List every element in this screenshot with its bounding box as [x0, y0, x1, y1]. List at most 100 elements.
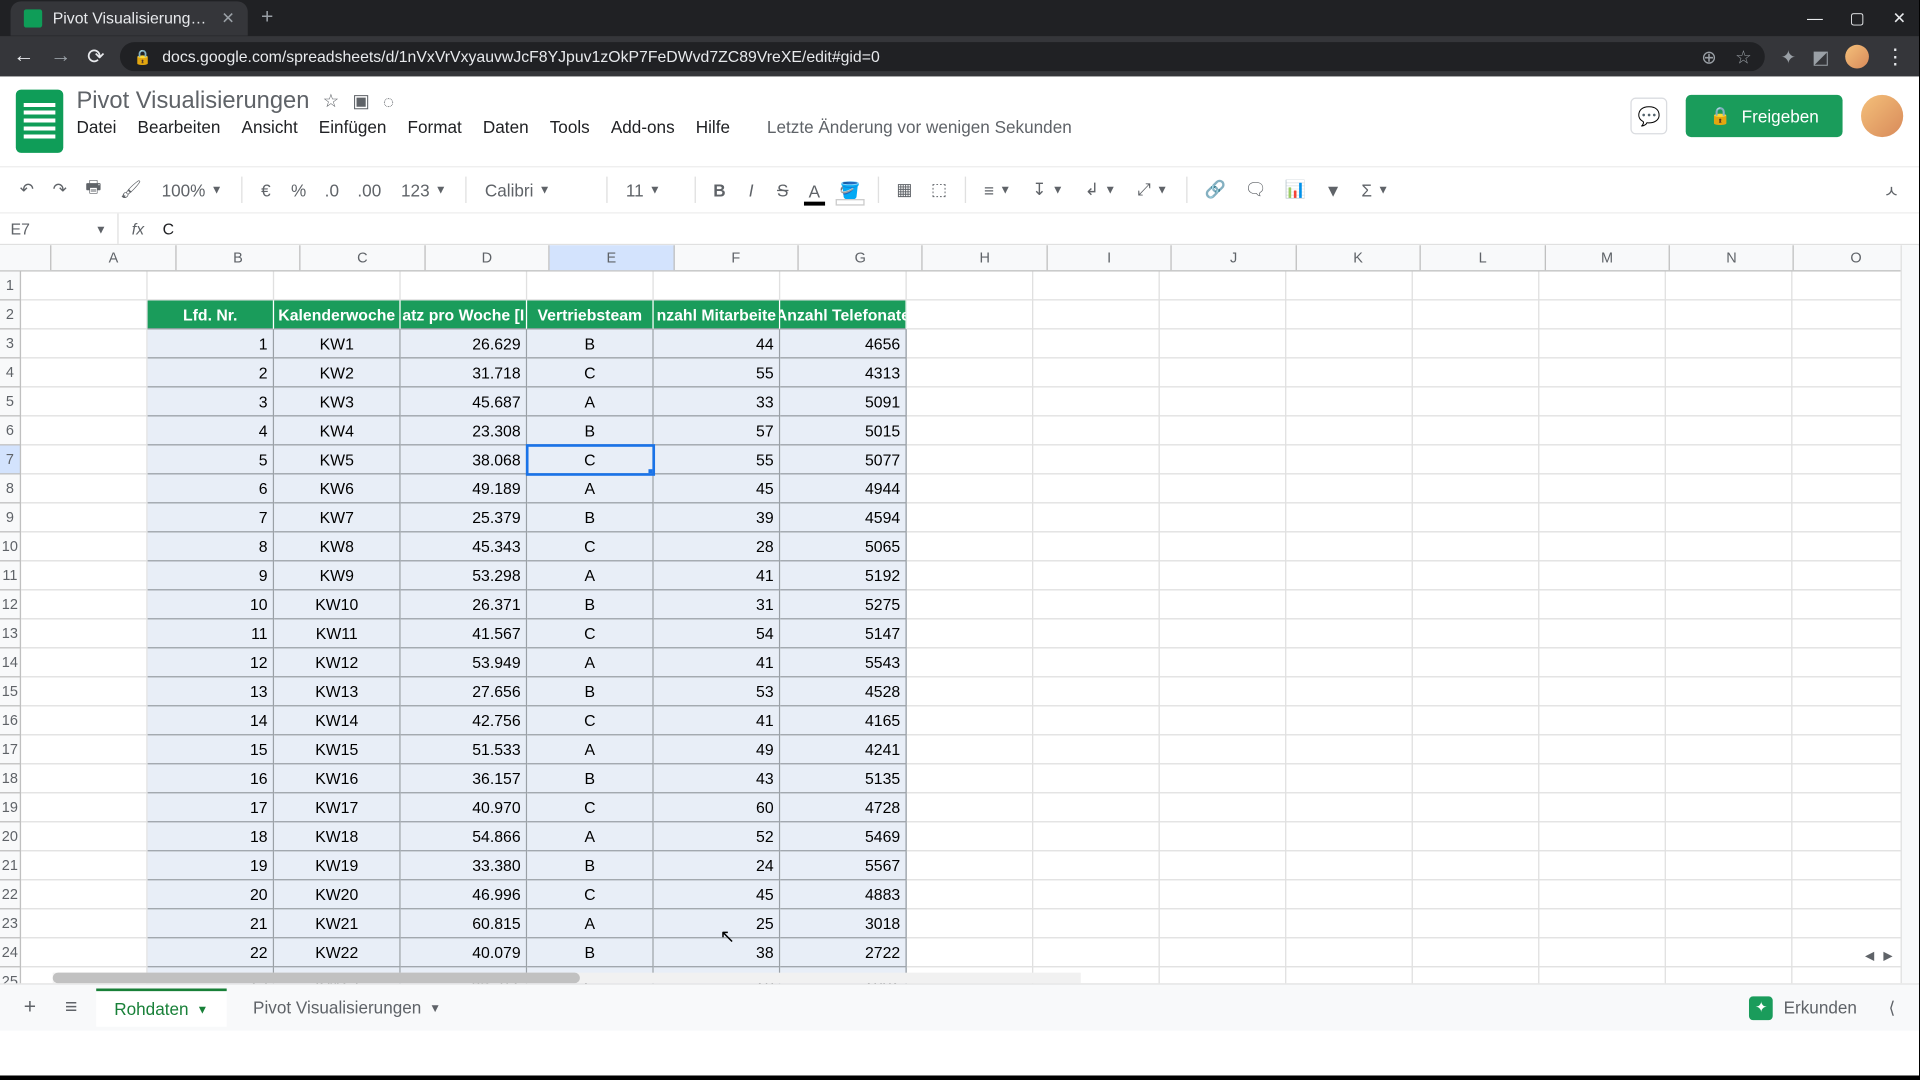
- cell[interactable]: KW5: [274, 445, 401, 474]
- cell[interactable]: [21, 706, 148, 735]
- cell[interactable]: [1286, 793, 1413, 822]
- cell[interactable]: [1286, 358, 1413, 387]
- cell[interactable]: Anzahl Telefonate: [780, 301, 907, 330]
- cell[interactable]: [1539, 706, 1666, 735]
- row-header[interactable]: 24: [0, 938, 21, 967]
- cell[interactable]: [1539, 764, 1666, 793]
- cell[interactable]: 5275: [780, 590, 907, 619]
- cell[interactable]: [1286, 416, 1413, 445]
- comment-button[interactable]: 🗨: [1238, 174, 1273, 206]
- menu-addons[interactable]: Add-ons: [611, 117, 675, 137]
- italic-button[interactable]: I: [738, 175, 764, 205]
- rotate-select[interactable]: ⤢▼: [1129, 179, 1176, 200]
- cell[interactable]: 53: [654, 677, 781, 706]
- cell[interactable]: [1033, 590, 1160, 619]
- cell[interactable]: [1666, 619, 1793, 648]
- cell[interactable]: [1666, 272, 1793, 301]
- cell[interactable]: 55: [654, 445, 781, 474]
- back-button[interactable]: ←: [13, 45, 34, 69]
- cell[interactable]: [1413, 330, 1540, 359]
- cell[interactable]: [1539, 272, 1666, 301]
- bold-button[interactable]: B: [706, 175, 732, 205]
- cell[interactable]: B: [527, 416, 654, 445]
- cell[interactable]: [907, 677, 1034, 706]
- cell[interactable]: [1413, 648, 1540, 677]
- cell[interactable]: [1286, 967, 1413, 983]
- cell[interactable]: [1666, 880, 1793, 909]
- cell[interactable]: [1539, 735, 1666, 764]
- cell[interactable]: [1413, 735, 1540, 764]
- row-header[interactable]: 15: [0, 677, 21, 706]
- cell[interactable]: 39: [654, 503, 781, 532]
- cell[interactable]: 5543: [780, 648, 907, 677]
- increase-decimal-button[interactable]: .00: [351, 175, 388, 205]
- cell[interactable]: 25.379: [401, 503, 528, 532]
- cell[interactable]: [1666, 793, 1793, 822]
- cell[interactable]: [1160, 909, 1287, 938]
- window-minimize-button[interactable]: —: [1806, 9, 1824, 27]
- cell[interactable]: [907, 330, 1034, 359]
- cell[interactable]: 53.949: [401, 648, 528, 677]
- chart-button[interactable]: 📊: [1278, 174, 1313, 206]
- cell[interactable]: KW16: [274, 764, 401, 793]
- cell[interactable]: C: [527, 358, 654, 387]
- cell[interactable]: [1539, 387, 1666, 416]
- cell[interactable]: [1666, 590, 1793, 619]
- cell[interactable]: [780, 272, 907, 301]
- cell[interactable]: 3: [148, 387, 275, 416]
- cell[interactable]: [1033, 301, 1160, 330]
- move-icon[interactable]: ▣: [352, 90, 369, 112]
- cell[interactable]: [21, 851, 148, 880]
- cell[interactable]: [1539, 330, 1666, 359]
- cell[interactable]: 54.866: [401, 822, 528, 851]
- cell[interactable]: [1033, 677, 1160, 706]
- cell[interactable]: KW13: [274, 677, 401, 706]
- cell[interactable]: [907, 793, 1034, 822]
- cell[interactable]: 8: [148, 532, 275, 561]
- column-header[interactable]: G: [799, 245, 923, 270]
- column-header[interactable]: L: [1421, 245, 1545, 270]
- cell[interactable]: [1666, 474, 1793, 503]
- cell[interactable]: [907, 938, 1034, 967]
- cell[interactable]: 23.308: [401, 416, 528, 445]
- cell[interactable]: 21: [148, 909, 275, 938]
- cell[interactable]: [654, 272, 781, 301]
- cell[interactable]: 49.189: [401, 474, 528, 503]
- cell[interactable]: [1286, 590, 1413, 619]
- cell[interactable]: [1666, 301, 1793, 330]
- menu-hilfe[interactable]: Hilfe: [696, 117, 730, 137]
- cell[interactable]: A: [527, 822, 654, 851]
- cell[interactable]: [1413, 793, 1540, 822]
- cell[interactable]: [1286, 330, 1413, 359]
- row-header[interactable]: 17: [0, 735, 21, 764]
- cell[interactable]: [1033, 619, 1160, 648]
- cell[interactable]: 33.380: [401, 851, 528, 880]
- cell[interactable]: [21, 272, 148, 301]
- cell[interactable]: [1413, 909, 1540, 938]
- cell[interactable]: [1413, 851, 1540, 880]
- cell[interactable]: [1160, 474, 1287, 503]
- cell[interactable]: 4165: [780, 706, 907, 735]
- cell[interactable]: [1413, 358, 1540, 387]
- cell[interactable]: 5135: [780, 764, 907, 793]
- all-sheets-button[interactable]: ≡: [54, 990, 87, 1024]
- menu-format[interactable]: Format: [408, 117, 462, 137]
- cell[interactable]: 45: [654, 474, 781, 503]
- cell[interactable]: 3018: [780, 909, 907, 938]
- explore-button[interactable]: ✦ Erkunden: [1736, 990, 1870, 1024]
- cell[interactable]: 5015: [780, 416, 907, 445]
- cell[interactable]: [21, 416, 148, 445]
- cell[interactable]: [1160, 677, 1287, 706]
- cell[interactable]: [907, 735, 1034, 764]
- column-header[interactable]: B: [176, 245, 300, 270]
- cell[interactable]: 6: [148, 474, 275, 503]
- menu-einfuegen[interactable]: Einfügen: [319, 117, 387, 137]
- cell[interactable]: [1286, 445, 1413, 474]
- cell[interactable]: [1413, 561, 1540, 590]
- cell[interactable]: [1539, 416, 1666, 445]
- cell[interactable]: 46.996: [401, 880, 528, 909]
- cell[interactable]: [1033, 474, 1160, 503]
- cell[interactable]: [21, 793, 148, 822]
- cell[interactable]: [1160, 445, 1287, 474]
- cell[interactable]: 26.629: [401, 330, 528, 359]
